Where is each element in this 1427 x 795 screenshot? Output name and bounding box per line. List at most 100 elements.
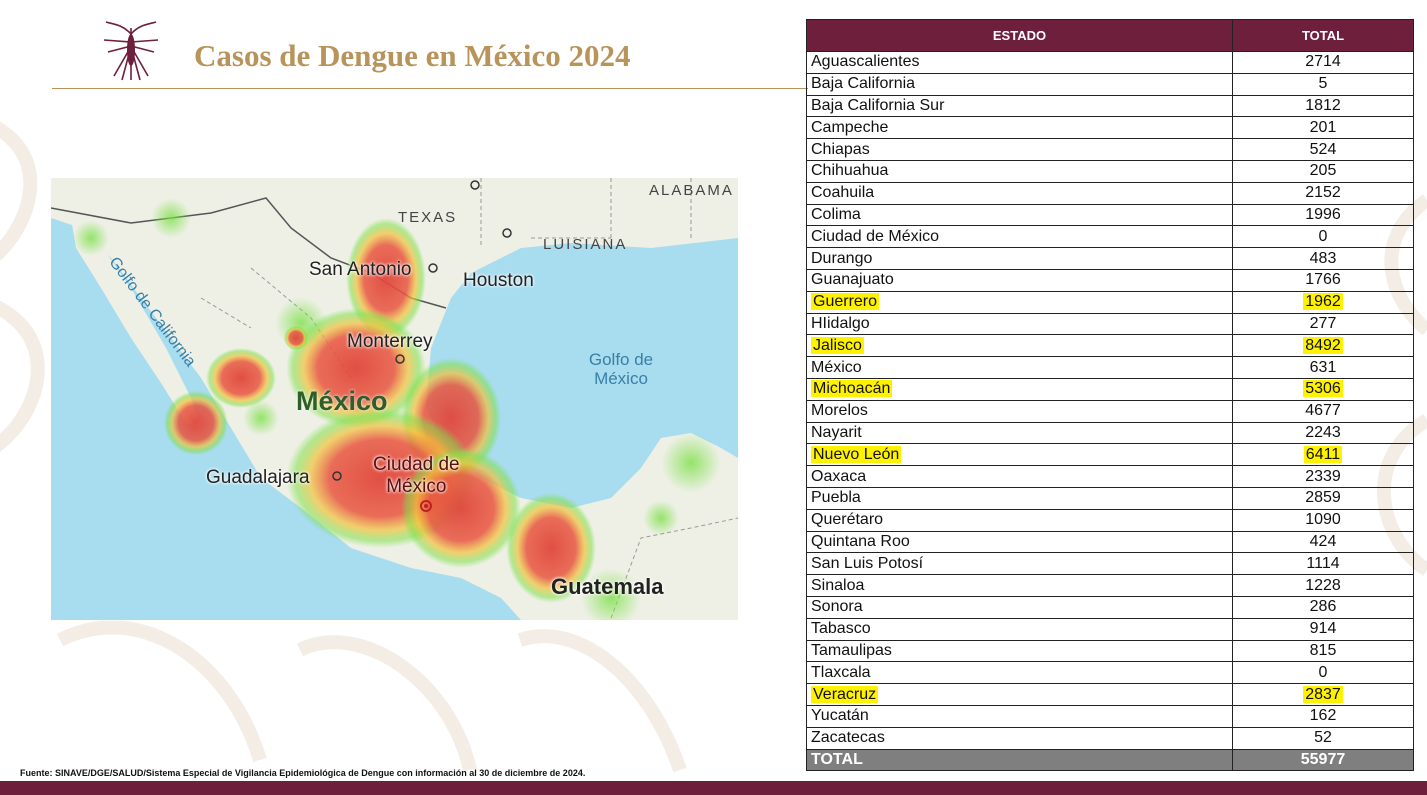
label-san-antonio: San Antonio [309, 259, 412, 280]
label-monterrey: Monterrey [347, 331, 433, 352]
table-header-row: ESTADO TOTAL [806, 19, 1414, 52]
cell-total: 2152 [1232, 181, 1414, 205]
table-row: Veracruz 2837 [806, 683, 1414, 706]
cell-state: Baja California [806, 72, 1233, 96]
cell-state: Colima [806, 203, 1233, 227]
cell-total: 0 [1232, 661, 1414, 685]
source-note: Fuente: SINAVE/DGE/SALUD/Sistema Especia… [20, 768, 586, 778]
cell-total: 1114 [1232, 552, 1414, 576]
header-total: TOTAL [1232, 19, 1414, 52]
cell-total: 5306 [1232, 377, 1414, 401]
cell-state: Campeche [806, 116, 1233, 140]
cell-total: 5 [1232, 72, 1414, 96]
cell-state: Aguascalientes [806, 51, 1233, 74]
cell-total: 1228 [1232, 574, 1414, 597]
cell-total: 524 [1232, 138, 1414, 161]
total-value: 55977 [1232, 748, 1414, 772]
cell-state: Tabasco [806, 617, 1233, 641]
cell-state: Nuevo León [806, 443, 1233, 467]
table-row: HIidalgo 277 [806, 312, 1414, 336]
cell-state: Guanajuato [806, 268, 1233, 292]
table-row: Zacatecas 52 [806, 726, 1414, 750]
table-row: Baja California Sur 1812 [806, 94, 1414, 118]
cell-total: 205 [1232, 159, 1414, 183]
table-row: Morelos 4677 [806, 399, 1414, 423]
table-row: San Luis Potosí 1114 [806, 552, 1414, 576]
cases-table: ESTADO TOTAL Aguascalientes 2714 Baja Cali… [806, 19, 1414, 772]
cell-total: 8492 [1232, 334, 1414, 358]
label-ciudad-de-mexico: Ciudad de México [373, 454, 460, 497]
cell-state: Quintana Roo [806, 530, 1233, 554]
label-alabama: ALABAMA [649, 182, 734, 199]
cell-total: 1996 [1232, 203, 1414, 227]
table-row: Oaxaca 2339 [806, 465, 1414, 488]
header-state: ESTADO [806, 19, 1233, 52]
cell-total: 1812 [1232, 94, 1414, 118]
cell-state: Sonora [806, 595, 1233, 619]
table-row: Durango 483 [806, 247, 1414, 270]
cell-total: 52 [1232, 726, 1414, 750]
mosquito-icon [103, 21, 159, 81]
table-row: Aguascalientes 2714 [806, 51, 1414, 74]
cell-total: 2837 [1232, 683, 1414, 706]
table-row: Querétaro 1090 [806, 508, 1414, 532]
cell-state: Michoacán [806, 377, 1233, 401]
table-row: Chiapas 524 [806, 138, 1414, 161]
cell-total: 483 [1232, 247, 1414, 270]
label-texas: TEXAS [398, 209, 458, 226]
cell-state: Querétaro [806, 508, 1233, 532]
cell-state: HIidalgo [806, 312, 1233, 336]
cell-state: Morelos [806, 399, 1233, 423]
cell-total: 6411 [1232, 443, 1414, 467]
table-row: Guerrero 1962 [806, 290, 1414, 314]
table-total-row: TOTAL 55977 [806, 748, 1414, 772]
cell-total: 914 [1232, 617, 1414, 641]
table-row: Colima 1996 [806, 203, 1414, 227]
label-guatemala: Guatemala [551, 574, 664, 599]
cell-state: Yucatán [806, 704, 1233, 728]
cell-total: 162 [1232, 704, 1414, 728]
table-row: Sonora 286 [806, 595, 1414, 619]
label-golfo-mexico: Golfo de México [588, 350, 654, 388]
map-canvas [51, 178, 738, 620]
cell-state: Chihuahua [806, 159, 1233, 183]
cell-total: 201 [1232, 116, 1414, 140]
cell-total: 2714 [1232, 51, 1414, 74]
cell-state: Durango [806, 247, 1233, 270]
cell-state: Puebla [806, 486, 1233, 510]
cell-state: Oaxaca [806, 465, 1233, 488]
cell-total: 2339 [1232, 465, 1414, 488]
title-divider [52, 88, 808, 89]
table-row: Coahuila 2152 [806, 181, 1414, 205]
table-row: Tamaulipas 815 [806, 639, 1414, 663]
table-row: Nuevo León 6411 [806, 443, 1414, 467]
table-body: Aguascalientes 2714 Baja California 5 Baja C… [806, 51, 1414, 750]
cell-state: Chiapas [806, 138, 1233, 161]
cell-state: Guerrero [806, 290, 1233, 314]
label-houston: Houston [463, 270, 534, 291]
table-row: Tlaxcala 0 [806, 661, 1414, 685]
table-row: México 631 [806, 356, 1414, 379]
cell-state: Sinaloa [806, 574, 1233, 597]
cell-total: 1766 [1232, 268, 1414, 292]
cell-total: 2859 [1232, 486, 1414, 510]
cell-state: México [806, 356, 1233, 379]
table-row: Campeche 201 [806, 116, 1414, 140]
cell-total: 0 [1232, 225, 1414, 249]
table-row: Baja California 5 [806, 72, 1414, 96]
cell-total: 277 [1232, 312, 1414, 336]
cell-total: 424 [1232, 530, 1414, 554]
table-row: Quintana Roo 424 [806, 530, 1414, 554]
cell-total: 2243 [1232, 421, 1414, 445]
total-label: TOTAL [806, 748, 1233, 772]
cell-total: 815 [1232, 639, 1414, 663]
dengue-heatmap: TEXAS ALABAMA LUISIANA San Antonio Houst… [51, 178, 738, 620]
cell-state: Baja California Sur [806, 94, 1233, 118]
cell-state: San Luis Potosí [806, 552, 1233, 576]
bottom-bar [0, 781, 1427, 795]
cell-state: Ciudad de México [806, 225, 1233, 249]
table-row: Tabasco 914 [806, 617, 1414, 641]
table-row: Ciudad de México 0 [806, 225, 1414, 249]
page-title: Casos de Dengue en México 2024 [194, 38, 631, 73]
table-row: Michoacán 5306 [806, 377, 1414, 401]
